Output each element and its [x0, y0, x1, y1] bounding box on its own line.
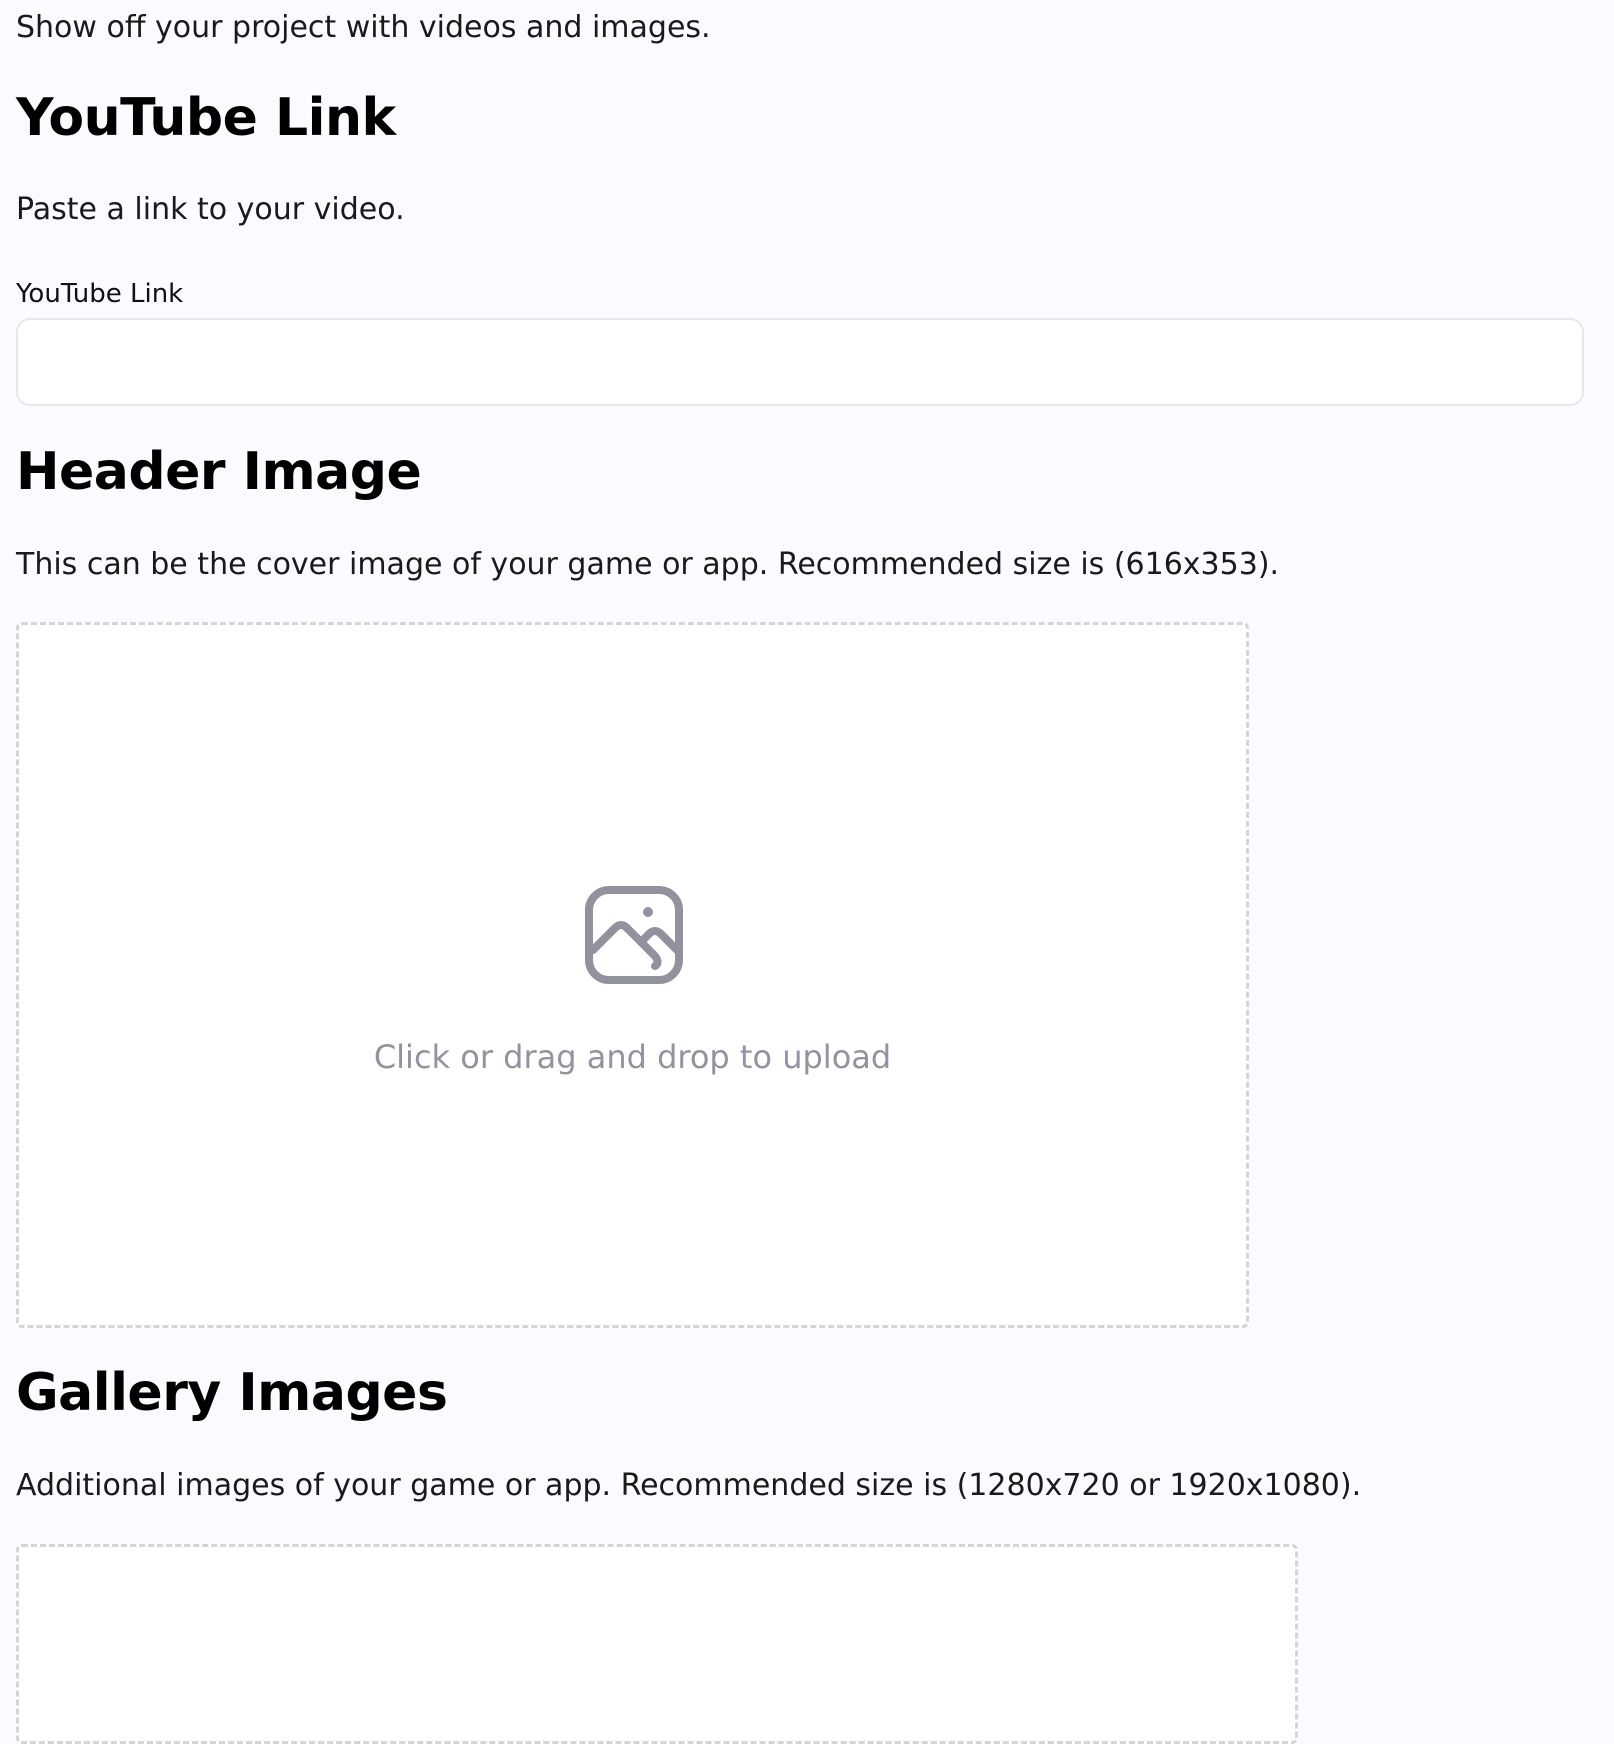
gallery-section-title: Gallery Images	[16, 1363, 448, 1423]
gallery-images-dropzone[interactable]	[16, 1544, 1298, 1744]
image-icon	[585, 886, 683, 984]
youtube-field-label: YouTube Link	[16, 279, 184, 309]
header-image-dropzone[interactable]: Click or drag and drop to upload	[16, 622, 1249, 1328]
media-settings-page: Show off your project with videos and im…	[0, 0, 1614, 1744]
header-image-section-title: Header Image	[16, 442, 422, 502]
upload-instruction-text: Click or drag and drop to upload	[373, 1038, 892, 1076]
youtube-section-title: YouTube Link	[16, 88, 396, 148]
youtube-section-description: Paste a link to your video.	[16, 192, 405, 227]
header-image-section-description: This can be the cover image of your game…	[16, 547, 1280, 582]
youtube-link-input[interactable]	[16, 318, 1584, 406]
gallery-section-description: Additional images of your game or app. R…	[16, 1468, 1362, 1503]
intro-text: Show off your project with videos and im…	[16, 10, 711, 45]
